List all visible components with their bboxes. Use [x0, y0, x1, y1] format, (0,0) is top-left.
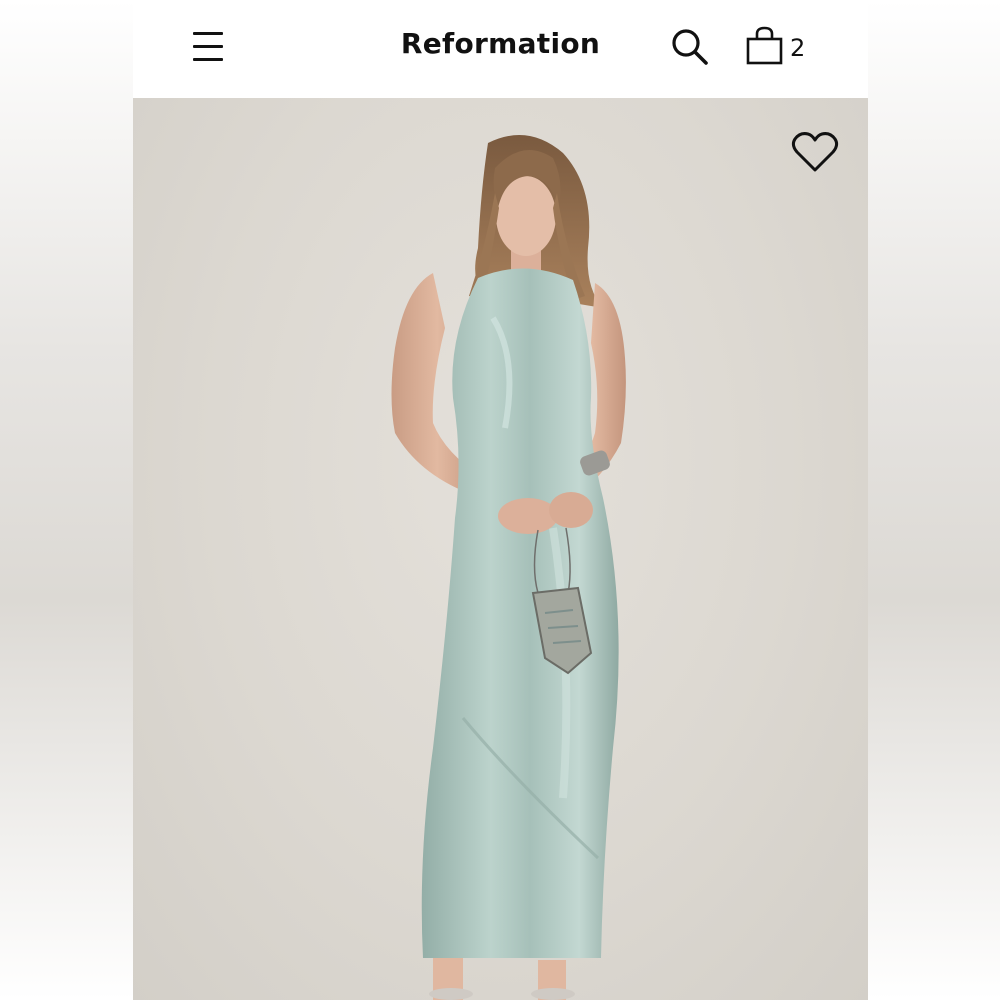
hamburger-menu-icon-line: [193, 45, 223, 48]
product-image[interactable]: [133, 98, 868, 1000]
hamburger-menu-icon-line: [193, 58, 223, 61]
shopping-bag-icon: [746, 26, 783, 65]
wishlist-button[interactable]: [791, 130, 841, 176]
menu-button[interactable]: [191, 29, 225, 63]
site-header: Reformation 2: [133, 0, 868, 98]
brand-logo[interactable]: Reformation: [401, 27, 600, 60]
phone-screen: Reformation 2: [133, 0, 868, 1000]
search-icon: [672, 29, 708, 65]
heart-outline-icon: [791, 132, 839, 172]
shopping-bag-button[interactable]: 2: [745, 26, 809, 68]
search-button[interactable]: [670, 27, 710, 67]
model-photo: [391, 135, 626, 1000]
screenshot-frame: Reformation 2: [0, 0, 1000, 1000]
bag-count-badge: 2: [790, 34, 806, 62]
hamburger-menu-icon: [193, 32, 223, 35]
